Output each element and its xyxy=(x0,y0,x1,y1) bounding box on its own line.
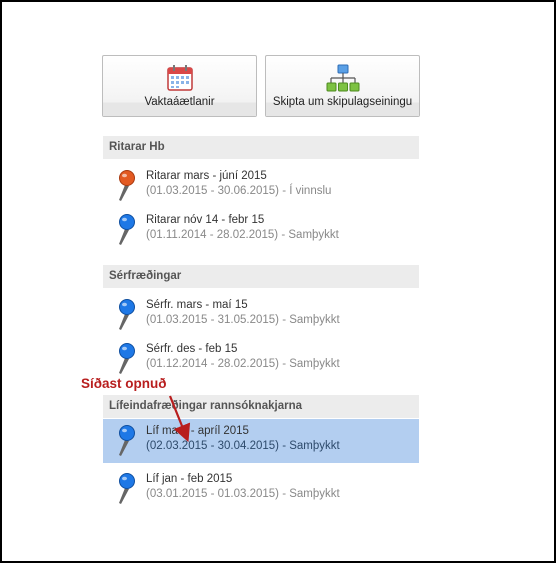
pin-icon xyxy=(119,299,135,330)
plan-list-item[interactable]: Sérfr. des - feb 15 (01.12.2014 - 28.02.… xyxy=(103,337,419,381)
plan-list-item[interactable]: Ritarar mars - júní 2015 (01.03.2015 - 3… xyxy=(103,164,419,208)
pin-icon xyxy=(119,343,135,374)
plan-list-item[interactable]: Sérfr. mars - maí 15 (01.03.2015 - 31.05… xyxy=(103,293,419,337)
item-subtitle: (03.01.2015 - 01.03.2015) - Samþykkt xyxy=(146,488,340,500)
last-opened-annotation: Síðast opnuð xyxy=(81,376,167,391)
pin-icon xyxy=(119,473,135,504)
section-header-ritarar: Ritarar Hb xyxy=(103,136,419,159)
plan-list-item[interactable]: Ritarar nóv 14 - febr 15 (01.11.2014 - 2… xyxy=(103,208,419,252)
section-header-serfraedingar: Sérfræðingar xyxy=(103,265,419,288)
item-name: Sérfr. des - feb 15 xyxy=(146,343,238,355)
item-name: Ritarar mars - júní 2015 xyxy=(146,170,267,182)
pin-icon xyxy=(119,170,135,201)
item-subtitle: (01.03.2015 - 31.05.2015) - Samþykkt xyxy=(146,314,340,326)
shift-plans-tile[interactable]: Vaktaáætlanir xyxy=(102,55,257,117)
item-name: Líf mars - apríl 2015 xyxy=(146,425,249,437)
item-name: Líf jan - feb 2015 xyxy=(146,473,233,485)
item-subtitle: (01.12.2014 - 28.02.2015) - Samþykkt xyxy=(146,358,340,370)
window-frame: Vaktaáætlanir Skipta um skipulagseiningu… xyxy=(0,0,556,563)
tile-label: Vaktaáætlanir xyxy=(144,96,215,108)
plan-list-item-selected[interactable]: Líf mars - apríl 2015 (02.03.2015 - 30.0… xyxy=(103,419,419,463)
pin-icon xyxy=(119,214,135,245)
calendar-icon xyxy=(166,65,193,91)
pin-icon xyxy=(119,425,135,456)
section-header-lifeindafraedingar: Lífeindafræðingar rannsóknakjarna xyxy=(103,395,419,418)
switch-org-unit-tile[interactable]: Skipta um skipulagseiningu xyxy=(265,55,420,117)
item-subtitle: (01.11.2014 - 28.02.2015) - Samþykkt xyxy=(146,229,339,241)
item-subtitle: (01.03.2015 - 30.06.2015) - Í vinnslu xyxy=(146,185,332,197)
item-subtitle: (02.03.2015 - 30.04.2015) - Samþykkt xyxy=(146,440,340,452)
item-name: Sérfr. mars - maí 15 xyxy=(146,299,248,311)
plan-list-item[interactable]: Líf jan - feb 2015 (03.01.2015 - 01.03.2… xyxy=(103,467,419,511)
tile-label: Skipta um skipulagseiningu xyxy=(272,96,413,108)
item-name: Ritarar nóv 14 - febr 15 xyxy=(146,214,265,226)
org-chart-icon xyxy=(326,64,359,92)
